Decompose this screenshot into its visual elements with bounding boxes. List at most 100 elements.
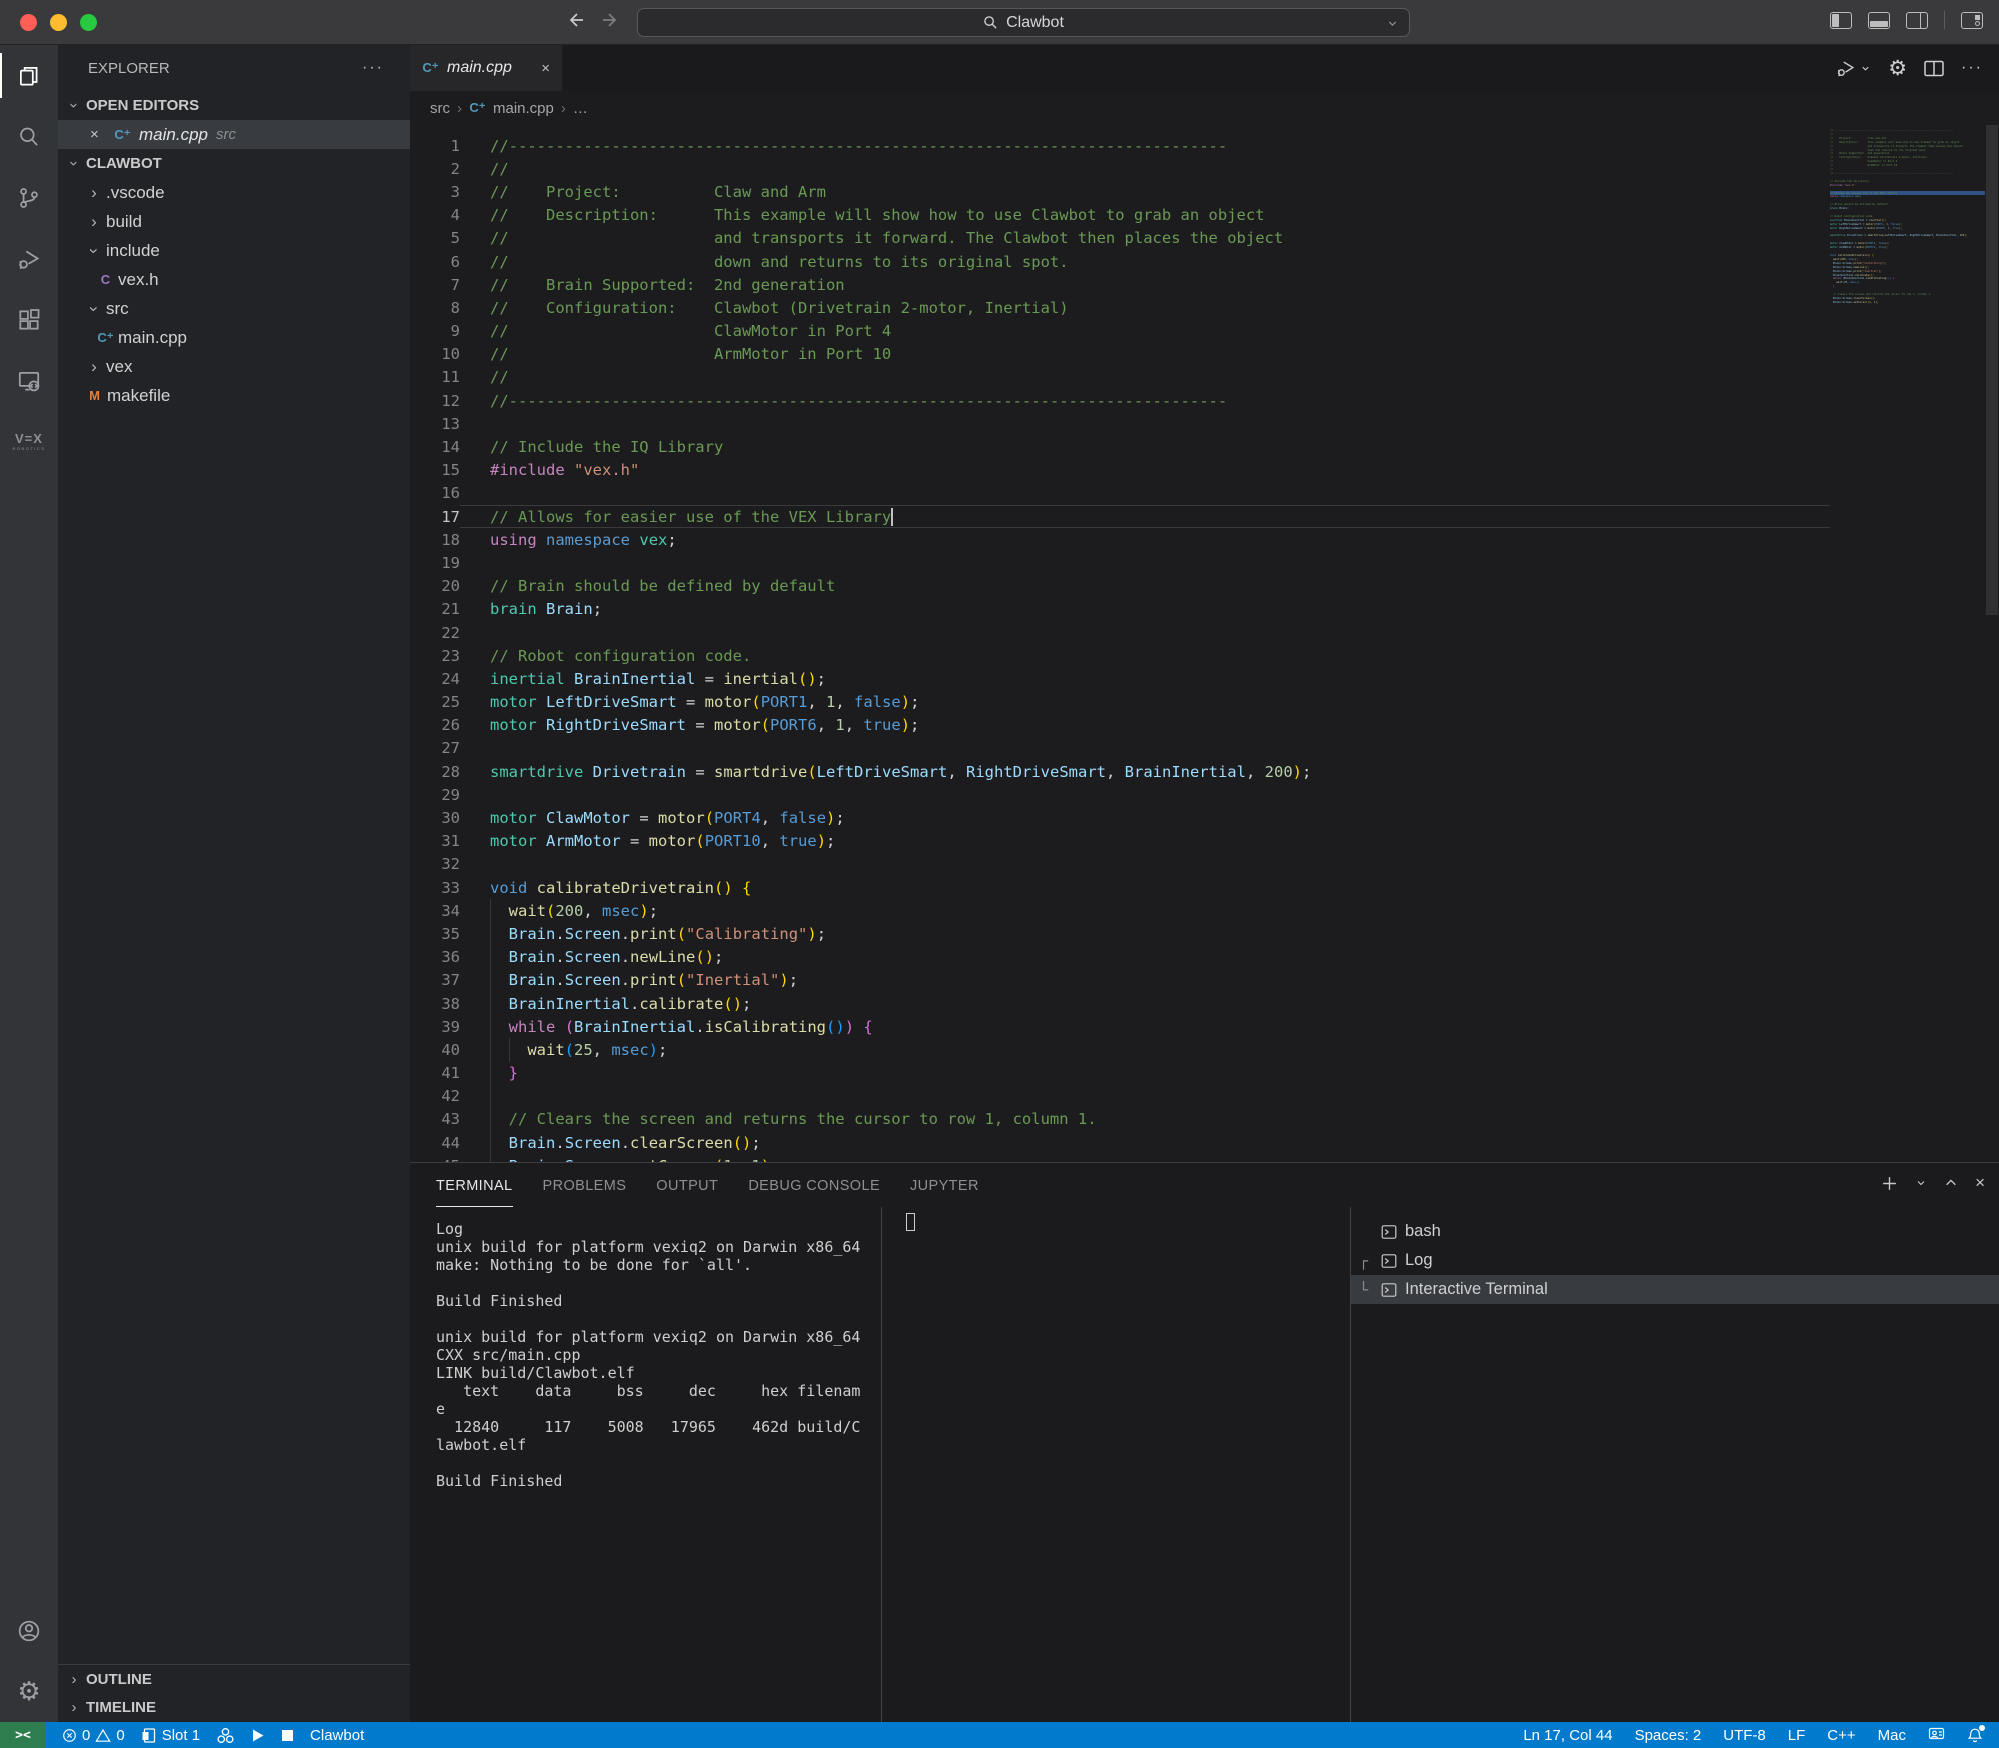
activity-account-icon[interactable] — [0, 1600, 58, 1661]
outline-header[interactable]: › OUTLINE — [58, 1664, 410, 1693]
breadcrumb-symbol[interactable]: … — [573, 100, 588, 117]
activity-run-debug-icon[interactable] — [0, 228, 58, 289]
code-line-19[interactable]: 19 — [410, 551, 1830, 574]
close-icon[interactable]: × — [90, 126, 106, 143]
tree-folder-vex[interactable]: › vex — [58, 352, 410, 381]
feedback-icon[interactable] — [1928, 1727, 1945, 1743]
breadcrumb[interactable]: src › C⁺ main.cpp › … — [410, 91, 1999, 125]
code-line-4[interactable]: 4 // Description: This example will show … — [410, 204, 1830, 227]
open-editor-main-cpp[interactable]: × C⁺ main.cpp src — [58, 120, 410, 149]
code-line-7[interactable]: 7 // Brain Supported: 2nd generation — [410, 273, 1830, 296]
tree-folder-include[interactable]: › include — [58, 236, 410, 265]
settings-gear-icon[interactable]: ⚙ — [1888, 56, 1907, 80]
code-line-8[interactable]: 8 // Configuration: Clawbot (Drivetrain 2… — [410, 296, 1830, 319]
activity-vex-icon[interactable]: V=X ROBOTICS — [0, 411, 58, 472]
minimize-window-button[interactable] — [50, 14, 67, 31]
maximize-panel-icon[interactable] — [1944, 1176, 1958, 1190]
code-line-10[interactable]: 10 // ArmMotor in Port 10 — [410, 343, 1830, 366]
more-actions-icon[interactable]: ··· — [362, 59, 384, 77]
toggle-secondary-sidebar-icon[interactable] — [1906, 11, 1928, 29]
editor-scrollbar[interactable] — [1985, 125, 1999, 1162]
code-line-38[interactable]: 38 BrainInertial. calibrate(); — [410, 991, 1830, 1016]
code-line-20[interactable]: 20 // Brain should be defined by default — [410, 575, 1830, 598]
code-line-33[interactable]: 33 void calibrateDrivetrain() { — [410, 876, 1830, 899]
panel-tab-terminal[interactable]: TERMINAL — [436, 1163, 513, 1207]
tab-main-cpp[interactable]: C⁺ main.cpp × — [410, 45, 562, 91]
code-line-12[interactable]: 12 //------------------------------------… — [410, 389, 1830, 412]
code-line-42[interactable]: 42 — [410, 1084, 1830, 1108]
close-tab-icon[interactable]: × — [541, 60, 550, 77]
zoom-window-button[interactable] — [80, 14, 97, 31]
code-line-13[interactable]: 13 — [410, 412, 1830, 435]
stop-program-icon[interactable] — [281, 1729, 294, 1742]
code-line-36[interactable]: 36 Brain. Screen. newLine(); — [410, 945, 1830, 969]
code-line-15[interactable]: 15 #include "vex.h" — [410, 459, 1830, 482]
activity-explorer-icon[interactable] — [0, 45, 58, 106]
code-line-3[interactable]: 3 // Project: Claw and Arm — [410, 180, 1830, 203]
code-line-34[interactable]: 34 wait(200, msec); — [410, 899, 1830, 923]
project-name-status[interactable]: Clawbot — [310, 1727, 364, 1744]
code-line-14[interactable]: 14 // Include the IQ Library — [410, 435, 1830, 458]
terminal-list-item-interactive-terminal[interactable]: └ Interactive Terminal — [1351, 1275, 1999, 1304]
code-line-41[interactable]: 41 } — [410, 1061, 1830, 1085]
code-line-44[interactable]: 44 Brain. Screen. clearScreen(); — [410, 1131, 1830, 1155]
cursor-position-status[interactable]: Ln 17, Col 44 — [1523, 1727, 1612, 1744]
close-panel-icon[interactable]: × — [1975, 1173, 1985, 1193]
code-line-11[interactable]: 11 // — [410, 366, 1830, 389]
activity-extensions-icon[interactable] — [0, 289, 58, 350]
toggle-panel-icon[interactable] — [1868, 11, 1890, 29]
code-line-21[interactable]: 21 brain Brain; — [410, 598, 1830, 621]
code-editor[interactable]: 1 //-------------------------------------… — [410, 125, 1999, 1162]
code-line-39[interactable]: 39 while (BrainInertial. isCalibrating())… — [410, 1015, 1830, 1039]
code-line-22[interactable]: 22 — [410, 621, 1830, 644]
timeline-header[interactable]: › TIMELINE — [58, 1693, 410, 1722]
panel-tab-jupyter[interactable]: JUPYTER — [910, 1163, 979, 1207]
code-line-16[interactable]: 16 — [410, 482, 1830, 505]
code-line-28[interactable]: 28 smartdrive Drivetrain = smartdrive(Lef… — [410, 760, 1830, 783]
terminal-output[interactable]: Log unix build for platform vexiq2 on Dar… — [410, 1207, 882, 1722]
tree-folder-build[interactable]: › build — [58, 207, 410, 236]
platform-status[interactable]: Mac — [1878, 1727, 1906, 1744]
breadcrumb-folder[interactable]: src — [430, 100, 450, 117]
close-window-button[interactable] — [20, 14, 37, 31]
interactive-terminal-pane[interactable] — [882, 1207, 1351, 1722]
tree-folder--vscode[interactable]: › .vscode — [58, 178, 410, 207]
code-line-18[interactable]: 18 using namespace vex; — [410, 528, 1830, 551]
split-editor-icon[interactable] — [1924, 60, 1944, 77]
panel-tab-problems[interactable]: PROBLEMS — [543, 1163, 627, 1207]
run-or-debug-icon[interactable] — [1835, 57, 1871, 79]
code-line-1[interactable]: 1 //-------------------------------------… — [410, 134, 1830, 157]
toggle-primary-sidebar-icon[interactable] — [1830, 11, 1852, 29]
panel-tab-debug-console[interactable]: DEBUG CONSOLE — [748, 1163, 880, 1207]
code-line-40[interactable]: 40 wait(25, msec); — [410, 1038, 1830, 1062]
code-line-29[interactable]: 29 — [410, 783, 1830, 806]
code-line-27[interactable]: 27 — [410, 737, 1830, 760]
code-line-30[interactable]: 30 motor ClawMotor = motor(PORT4, false); — [410, 806, 1830, 829]
code-line-9[interactable]: 9 // ClawMotor in Port 4 — [410, 320, 1830, 343]
eol-status[interactable]: LF — [1788, 1727, 1806, 1744]
chevron-down-icon[interactable] — [1386, 17, 1399, 30]
slot-selector[interactable]: Slot 1 — [141, 1727, 200, 1744]
terminal-list-item-log[interactable]: ┌ Log — [1351, 1246, 1999, 1275]
project-header-clawbot[interactable]: › CLAWBOT — [58, 149, 410, 178]
notifications-bell-icon[interactable] — [1967, 1724, 1985, 1744]
code-line-32[interactable]: 32 — [410, 853, 1830, 876]
activity-settings-icon[interactable]: ⚙ — [0, 1661, 58, 1722]
code-line-5[interactable]: 5 // and transports it forward. The Clawb… — [410, 227, 1830, 250]
tree-file-main-cpp[interactable]: C⁺ main.cpp — [58, 323, 410, 352]
terminal-list-item-bash[interactable]: bash — [1351, 1217, 1999, 1246]
run-program-icon[interactable] — [251, 1728, 265, 1743]
code-line-23[interactable]: 23 // Robot configuration code. — [410, 644, 1830, 667]
command-center-search[interactable]: Clawbot — [637, 8, 1410, 37]
code-line-45[interactable]: 45 Brain.Screen.setCursor(1, 1); — [410, 1154, 1830, 1162]
code-line-17[interactable]: 17// Allows for easier use of the VEX Li… — [410, 505, 1830, 529]
code-line-35[interactable]: 35 Brain. Screen. print("Calibrating"); — [410, 922, 1830, 946]
code-line-43[interactable]: 43 // Clears the screen and returns the … — [410, 1107, 1830, 1132]
customize-layout-icon[interactable] — [1961, 11, 1983, 29]
language-mode-status[interactable]: C++ — [1827, 1727, 1855, 1744]
panel-tab-output[interactable]: OUTPUT — [656, 1163, 718, 1207]
code-line-25[interactable]: 25 motor LeftDriveSmart = motor(PORT1, 1,… — [410, 691, 1830, 714]
terminal-dropdown-icon[interactable] — [1915, 1177, 1927, 1189]
code-line-26[interactable]: 26 motor RightDriveSmart = motor(PORT6, 1… — [410, 714, 1830, 737]
problems-status[interactable]: 0 0 — [62, 1727, 125, 1744]
